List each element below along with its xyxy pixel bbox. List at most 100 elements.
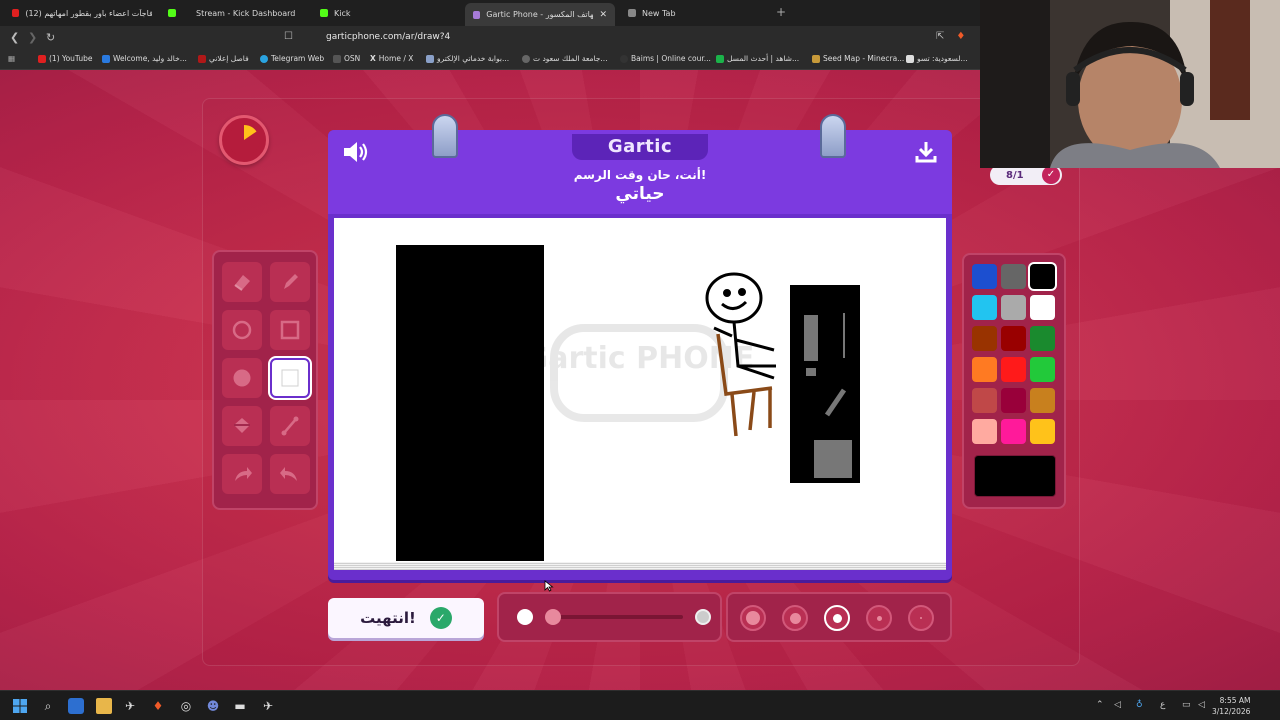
bookmark-label: OSN (344, 54, 361, 63)
done-button[interactable]: انتهيت! ✓ (328, 598, 484, 638)
bookmark-x[interactable]: X Home / X (370, 54, 413, 63)
bookmark-osn[interactable]: OSN (333, 54, 360, 63)
color-swatch[interactable] (972, 357, 997, 382)
tray-overflow-icon[interactable]: ⌃ (1096, 700, 1104, 710)
drawing-canvas[interactable]: Gartic PHONE (334, 218, 946, 570)
color-swatch[interactable] (972, 264, 997, 289)
opacity-slider-panel (497, 592, 722, 642)
color-swatch[interactable] (1030, 419, 1055, 444)
color-swatch[interactable] (1001, 295, 1026, 320)
check-icon: ✓ (429, 607, 452, 629)
language-indicator[interactable]: ع (1160, 700, 1165, 710)
color-swatch[interactable] (972, 295, 997, 320)
rectangle-outline-tool-icon[interactable] (270, 310, 310, 350)
done-label: انتهيت! (360, 609, 416, 627)
eraser-tool-icon[interactable] (222, 262, 262, 302)
bookmark-fasel[interactable]: فاصل إعلاني (198, 54, 249, 63)
color-palette (962, 253, 1066, 509)
color-swatch[interactable] (972, 326, 997, 351)
brave-icon[interactable]: ♦ (956, 31, 965, 42)
color-swatch[interactable] (1030, 357, 1055, 382)
bookmark-youtube[interactable]: (1) YouTube (38, 54, 93, 63)
undo-icon[interactable] (222, 454, 262, 494)
system-clock[interactable]: 8:55 AM 3/12/2026 (1212, 695, 1250, 717)
speaker-icon[interactable] (342, 140, 370, 164)
redo-icon[interactable] (270, 454, 310, 494)
telegram-app-icon[interactable]: ✈ (260, 698, 276, 714)
search-icon[interactable]: ⌕ (40, 698, 56, 714)
color-swatch[interactable] (1001, 264, 1026, 289)
photos-icon[interactable] (68, 698, 84, 714)
bookmark-icon[interactable]: ☐ (284, 31, 293, 42)
bookmark-khadamati[interactable]: بوابة خدماتي الإلكترو... (426, 54, 509, 63)
url-field[interactable]: garticphone.com/ar/draw?4 (326, 32, 450, 42)
apps-icon[interactable]: ▦ (8, 54, 15, 63)
ellipse-outline-tool-icon[interactable] (222, 310, 262, 350)
rectangle-filled-tool-icon[interactable] (270, 358, 310, 398)
windows-taskbar: ⌕ ✈ ♦ ◎ ☻ ▬ ✈ ⌃ ◁ ♁ ع ▭ ◁ 8:55 AM 3/12/2… (0, 690, 1280, 720)
share-icon[interactable]: ⇱ (936, 31, 944, 42)
network-icon[interactable]: ▭ (1182, 700, 1191, 710)
color-swatch[interactable] (1030, 264, 1055, 289)
bookmark-shahid[interactable]: شاهد | أحدث المسل... (716, 54, 799, 63)
drawing-content: Gartic PHONE (396, 245, 860, 561)
opacity-slider-track[interactable] (553, 615, 683, 619)
color-swatch[interactable] (1001, 388, 1026, 413)
volume-icon[interactable]: ◁ (1198, 700, 1205, 710)
tab-youtube[interactable]: (12) فاجآت اعضاء باور بقطور امهاتهم (4, 3, 160, 23)
brush-size-xl[interactable] (740, 605, 766, 631)
brush-size-lg[interactable] (782, 605, 808, 631)
new-tab-button[interactable]: + (776, 5, 786, 19)
color-swatch[interactable] (1030, 326, 1055, 351)
line-tool-icon[interactable] (270, 406, 310, 446)
obs-icon[interactable]: ◎ (178, 698, 194, 714)
discord-icon[interactable]: ☻ (205, 698, 221, 714)
brave-browser-icon[interactable]: ♦ (150, 698, 166, 714)
globe-icon (522, 54, 530, 63)
microphone-icon[interactable]: ♁ (1136, 700, 1143, 710)
forward-icon[interactable]: ❯ (28, 31, 37, 44)
bookmark-ksu[interactable]: جامعة الملك سعود ت... (522, 54, 608, 63)
pencil-tool-icon[interactable] (270, 262, 310, 302)
fill-bucket-tool-icon[interactable] (222, 406, 262, 446)
download-icon[interactable] (914, 140, 938, 164)
speaker-tray-icon[interactable]: ◁ (1114, 700, 1121, 710)
opacity-slider-thumb[interactable] (545, 609, 561, 625)
ellipse-filled-tool-icon[interactable] (222, 358, 262, 398)
brush-size-xs[interactable] (908, 605, 934, 631)
bookmark-seedmap[interactable]: Seed Map - Minecra... (812, 54, 904, 63)
bookmarks-bar: ▦ (1) YouTube Welcome, خالد وليد... فاصل… (0, 50, 980, 70)
back-icon[interactable]: ❮ (10, 31, 19, 44)
tab-gartic-phone[interactable]: Gartic Phone - الهاتف المكسور ✕ (465, 3, 615, 26)
steam-icon[interactable]: ✈ (122, 698, 138, 714)
reload-icon[interactable]: ↻ (46, 31, 55, 44)
close-tab-icon[interactable]: ✕ (599, 10, 607, 20)
timer-progress (228, 124, 260, 156)
current-color-preview (974, 455, 1056, 497)
color-swatch[interactable] (1030, 295, 1055, 320)
bookmark-saudi[interactable]: لسعودية: تسو... (906, 54, 980, 63)
webcam-overlay (980, 0, 1280, 168)
tab-kick[interactable]: Kick (312, 3, 462, 23)
site-icon (716, 54, 724, 63)
color-swatch[interactable] (1030, 388, 1055, 413)
color-swatch[interactable] (972, 388, 997, 413)
bookmark-baims[interactable]: Baims | Online cour... (620, 54, 711, 63)
tab-kick-dashboard[interactable]: Stream - Kick Dashboard (160, 3, 310, 23)
file-explorer-icon[interactable] (96, 698, 112, 714)
tab-new-tab[interactable]: New Tab (620, 3, 770, 23)
brush-size-sm[interactable] (866, 605, 892, 631)
color-swatch[interactable] (1001, 357, 1026, 382)
clock-date: 3/12/2026 (1212, 707, 1251, 716)
game-app-icon[interactable]: ▬ (232, 698, 248, 714)
color-swatch[interactable] (1001, 326, 1026, 351)
windows-start-icon[interactable] (12, 698, 28, 714)
bookmark-telegram[interactable]: Telegram Web (260, 54, 324, 63)
color-swatch[interactable] (1001, 419, 1026, 444)
brush-size-md[interactable] (824, 605, 850, 631)
tool-panel (212, 250, 318, 510)
color-swatch[interactable] (972, 419, 997, 444)
bookmark-label: (1) YouTube (49, 54, 93, 63)
bookmark-welcome[interactable]: Welcome, خالد وليد... (102, 54, 187, 63)
book-ring (820, 114, 846, 158)
